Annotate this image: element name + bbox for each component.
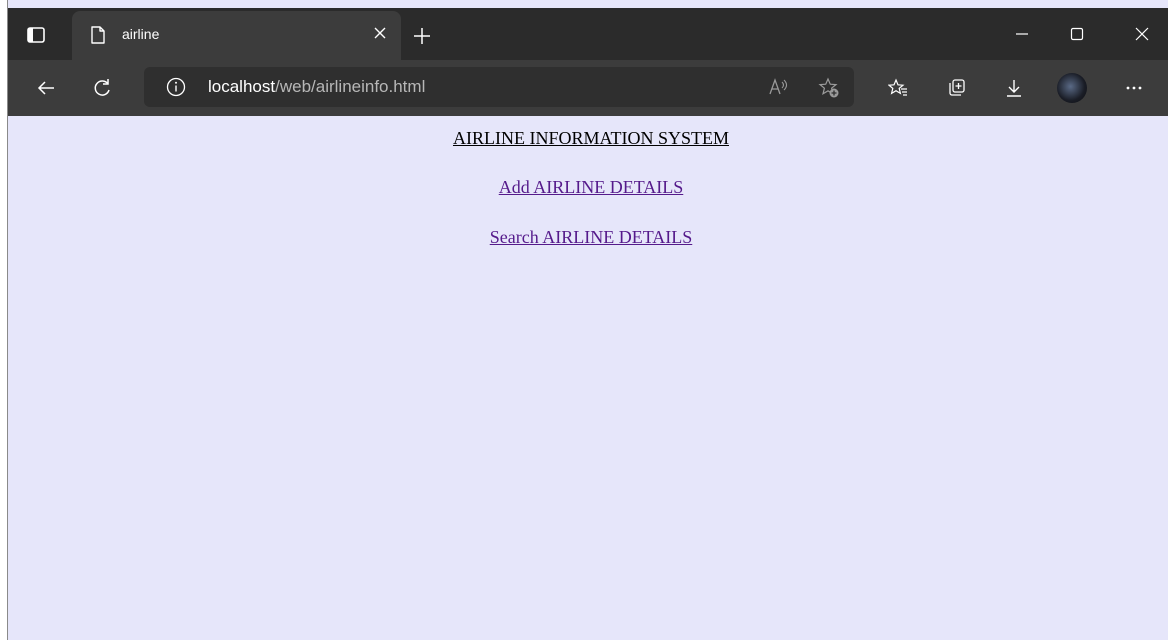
minimize-icon[interactable] bbox=[998, 8, 1046, 60]
page-title: AIRLINE INFORMATION SYSTEM bbox=[452, 128, 729, 148]
refresh-icon[interactable] bbox=[92, 78, 112, 98]
left-window-edge bbox=[0, 0, 8, 640]
browser-titlebar: airline bbox=[8, 8, 1168, 60]
profile-avatar[interactable] bbox=[1057, 73, 1087, 103]
add-airline-details-link[interactable]: Add AIRLINE DETAILS bbox=[8, 177, 1168, 198]
new-tab-icon[interactable] bbox=[414, 28, 430, 44]
close-tab-icon[interactable] bbox=[373, 26, 387, 40]
address-bar[interactable]: localhost/web/airlineinfo.html bbox=[144, 67, 854, 107]
tab-title: airline bbox=[122, 26, 160, 42]
add-favorite-icon[interactable] bbox=[818, 77, 840, 99]
collections-icon[interactable] bbox=[946, 78, 966, 98]
downloads-icon[interactable] bbox=[1004, 78, 1024, 98]
url-host: localhost bbox=[208, 77, 276, 96]
more-options-icon[interactable] bbox=[1124, 78, 1144, 98]
search-airline-details-link[interactable]: Search AIRLINE DETAILS bbox=[8, 227, 1168, 248]
url-path: /web/airlineinfo.html bbox=[275, 77, 426, 96]
favorites-icon[interactable] bbox=[888, 78, 908, 98]
window-close-icon[interactable] bbox=[1118, 8, 1166, 60]
browser-toolbar: localhost/web/airlineinfo.html bbox=[8, 60, 1168, 116]
browser-tab[interactable]: airline bbox=[72, 11, 401, 60]
page-icon bbox=[90, 26, 106, 44]
site-info-icon[interactable] bbox=[166, 77, 186, 97]
tab-actions-icon[interactable] bbox=[26, 25, 46, 45]
read-aloud-icon[interactable] bbox=[768, 77, 788, 97]
back-arrow-icon[interactable] bbox=[36, 78, 56, 98]
page-content: AIRLINE INFORMATION SYSTEM Add AIRLINE D… bbox=[8, 116, 1168, 640]
maximize-icon[interactable] bbox=[1053, 8, 1101, 60]
address-url[interactable]: localhost/web/airlineinfo.html bbox=[208, 77, 425, 97]
